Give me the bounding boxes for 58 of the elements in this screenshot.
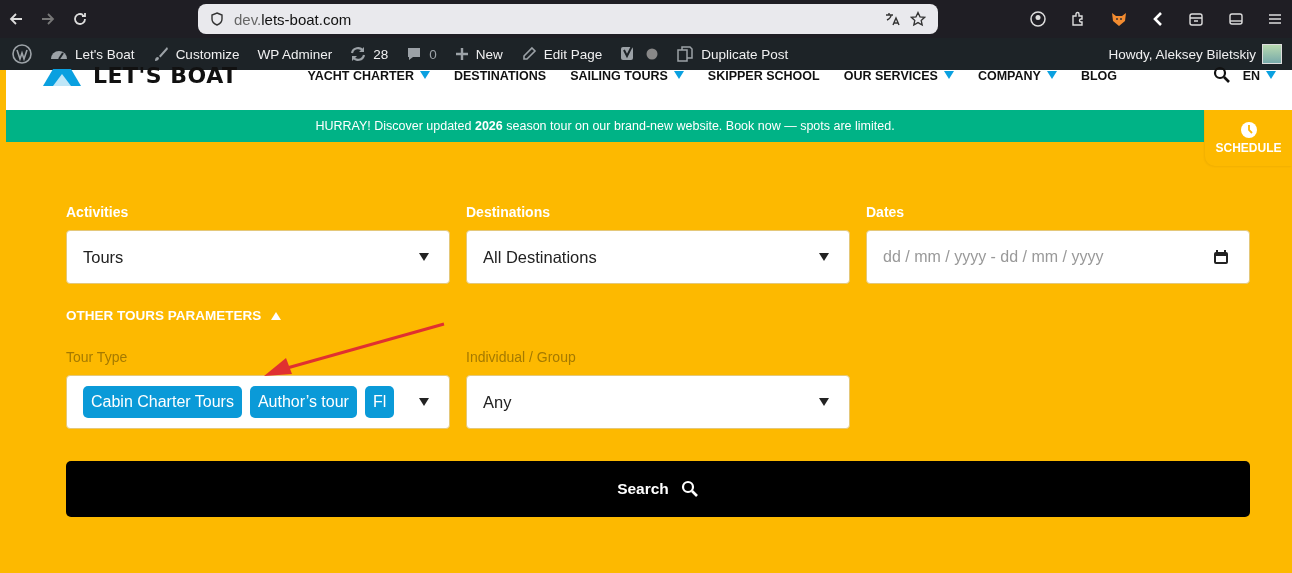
tray-icon[interactable] bbox=[1188, 11, 1204, 27]
pencil-icon bbox=[520, 46, 537, 62]
admin-bar-item[interactable]: WP Adminer bbox=[257, 46, 333, 62]
nav-item[interactable]: YACHT CHARTER bbox=[307, 68, 430, 84]
dropdown-caret-icon bbox=[819, 253, 829, 261]
search-icon[interactable] bbox=[1212, 66, 1231, 84]
admin-bar-item[interactable]: New bbox=[454, 46, 503, 62]
fox-icon[interactable] bbox=[1110, 11, 1128, 27]
account-icon[interactable] bbox=[1030, 11, 1046, 27]
field-label: Dates bbox=[866, 204, 906, 220]
sidebar-icon[interactable] bbox=[1228, 11, 1244, 27]
admin-greeting[interactable]: Howdy, Aleksey Biletskiy bbox=[1108, 46, 1256, 62]
admin-bar-item[interactable]: Customize bbox=[152, 46, 240, 62]
url-text: dev.lets-boat.com bbox=[234, 10, 352, 28]
star-icon[interactable] bbox=[910, 11, 926, 27]
extensions-icon[interactable] bbox=[1070, 11, 1086, 27]
logo-icon bbox=[43, 66, 81, 86]
field-label: Tour Type bbox=[66, 349, 129, 365]
nav-item[interactable]: OUR SERVICES bbox=[843, 68, 954, 84]
dropdown-caret-icon bbox=[419, 253, 429, 261]
nav-item[interactable]: DESTINATIONS bbox=[454, 68, 547, 84]
banner-text: HURRAY! Discover updated 2026 season tour on our brand-new website. Book now — spots are limited. bbox=[315, 119, 895, 133]
clock-icon bbox=[1240, 121, 1257, 138]
field-label: Activities bbox=[66, 204, 130, 220]
menu-icon[interactable] bbox=[1268, 12, 1282, 26]
avatar-icon bbox=[1262, 44, 1282, 64]
dropdown-caret-icon bbox=[819, 398, 829, 406]
shield-icon bbox=[210, 12, 224, 26]
field-label: Destinations bbox=[466, 204, 551, 220]
nav-item[interactable]: SAILING TOURS bbox=[570, 68, 684, 84]
field-label: Individual / Group bbox=[466, 349, 577, 365]
brush-icon bbox=[152, 46, 169, 62]
select-field[interactable]: Tours bbox=[66, 230, 450, 284]
select-field[interactable]: Any bbox=[466, 375, 850, 429]
search-button[interactable]: Search bbox=[66, 461, 1250, 517]
nav-item[interactable]: COMPANY bbox=[977, 68, 1057, 84]
admin-bar-item[interactable]: 0 bbox=[406, 46, 437, 62]
translate-icon[interactable] bbox=[884, 11, 900, 27]
plus-icon bbox=[454, 47, 469, 61]
dropdown-caret-icon bbox=[419, 398, 429, 406]
admin-bar-item[interactable]: Let's Boat bbox=[50, 46, 135, 62]
chevron-left-icon[interactable] bbox=[1152, 11, 1164, 27]
select-field[interactable]: All Destinations bbox=[466, 230, 850, 284]
wordpress-logo-icon[interactable] bbox=[12, 44, 32, 64]
refresh-icon bbox=[350, 46, 367, 62]
nav-item[interactable]: BLOG bbox=[1080, 68, 1117, 84]
calendar-icon bbox=[1213, 249, 1229, 265]
status-dot-icon bbox=[646, 48, 659, 60]
admin-bar-item[interactable]: 28 bbox=[350, 46, 389, 62]
comment-icon bbox=[406, 46, 423, 62]
copy-icon bbox=[676, 45, 695, 63]
search-icon bbox=[680, 480, 699, 498]
language-selector[interactable]: EN bbox=[1242, 68, 1276, 84]
logo-text[interactable]: LET'S BOAT bbox=[93, 66, 238, 86]
admin-bar-item[interactable]: Edit Page bbox=[520, 46, 603, 62]
nav-item[interactable]: SKIPPER SCHOOL bbox=[707, 68, 820, 84]
address-bar[interactable]: dev.lets-boat.com bbox=[198, 4, 938, 34]
admin-bar-item[interactable]: Duplicate Post bbox=[676, 45, 789, 63]
